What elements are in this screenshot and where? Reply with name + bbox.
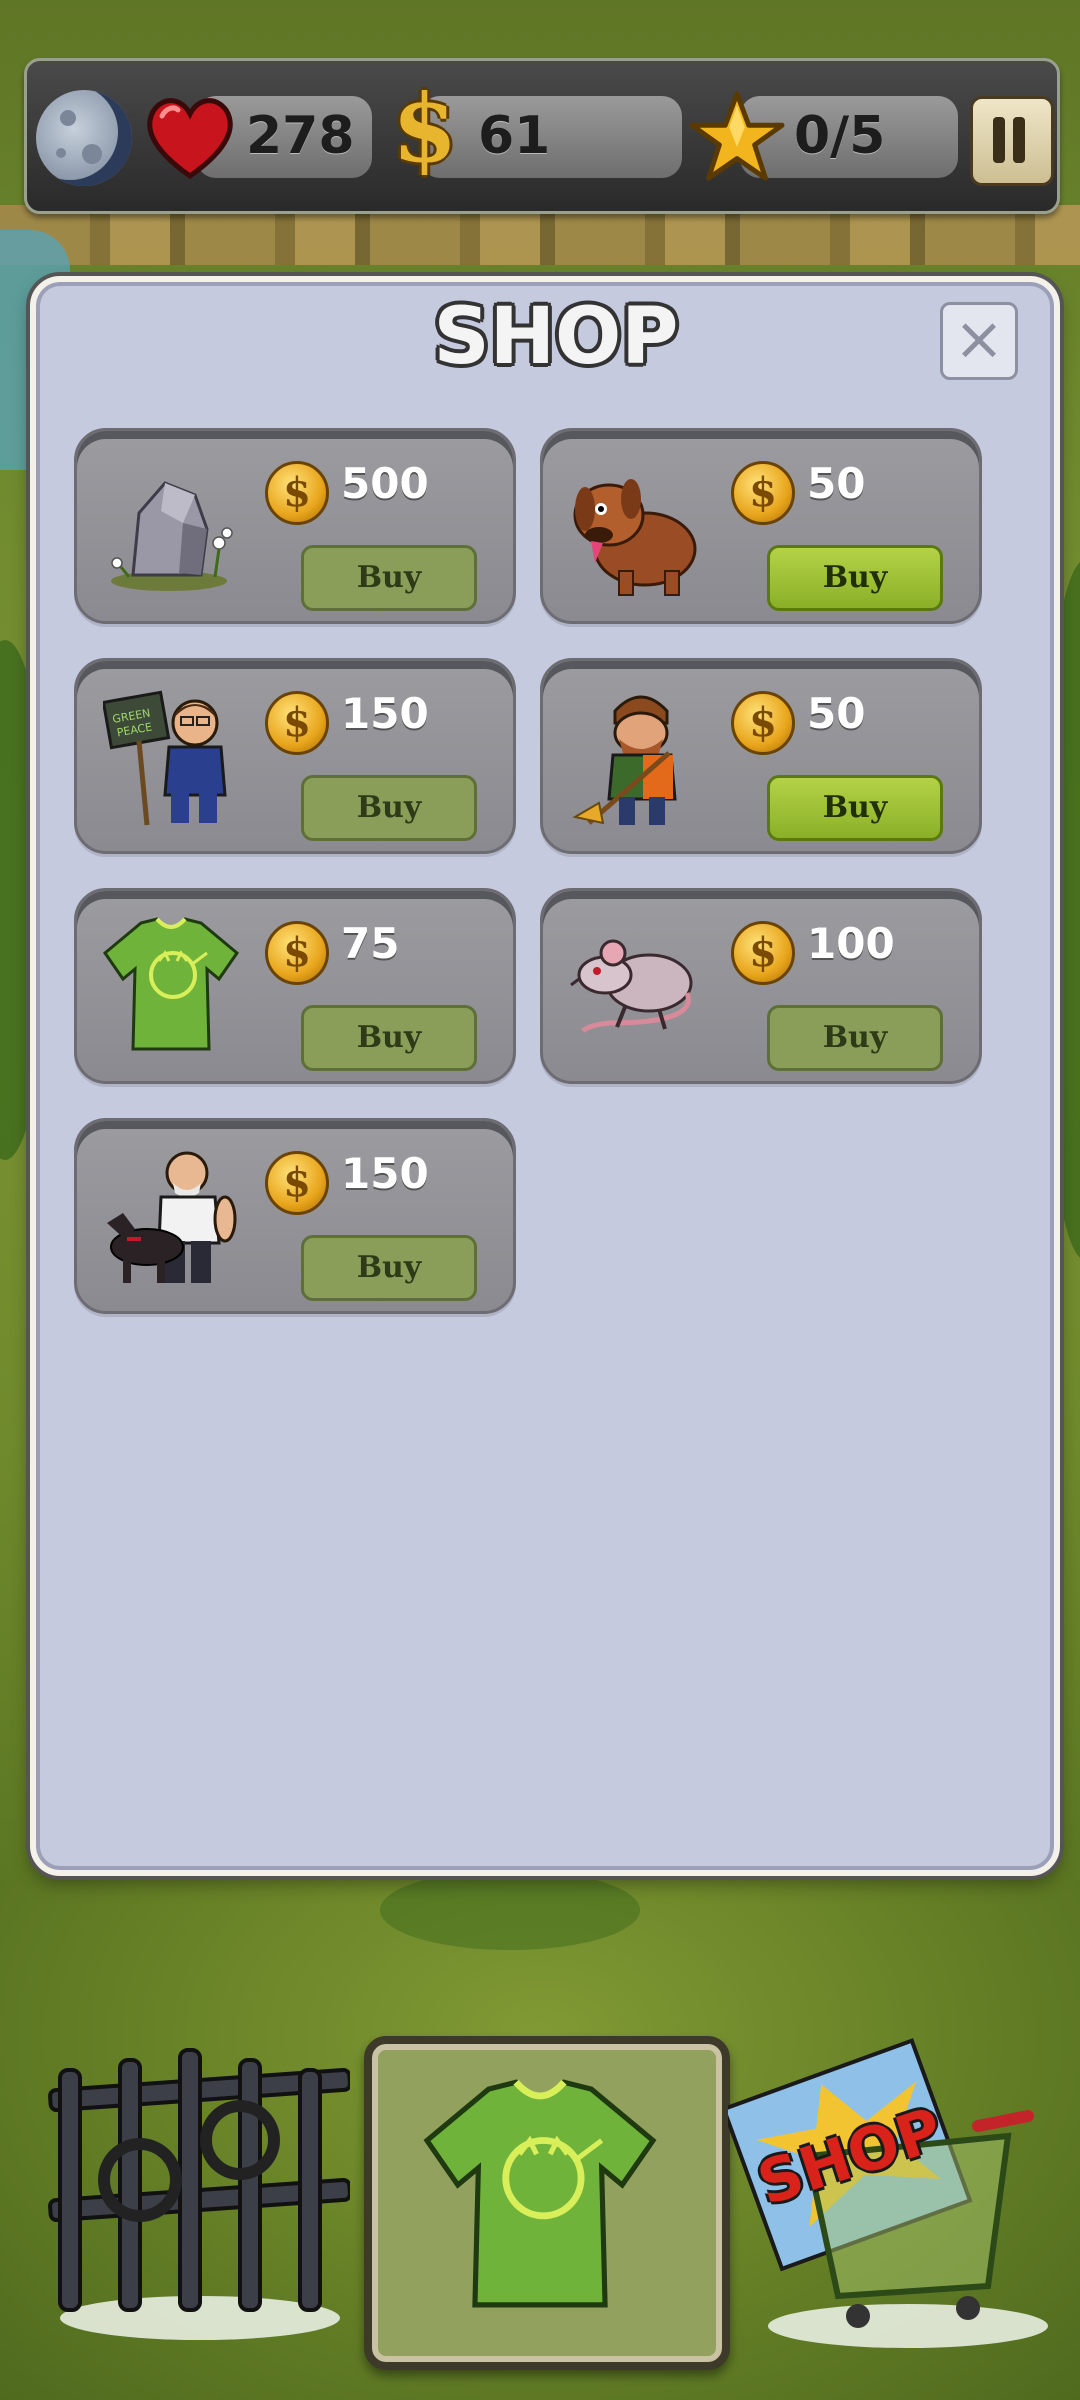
item-price: 150 — [341, 1149, 429, 1198]
shop-item-card: $ 50 Buy — [540, 428, 982, 624]
item-price: 50 — [807, 689, 866, 738]
rat-item-image — [570, 939, 693, 1033]
shop-title: SHOP — [433, 292, 679, 382]
coin-icon: $ — [731, 921, 795, 985]
close-icon: × — [953, 304, 1005, 374]
pause-button[interactable] — [970, 96, 1054, 186]
locked-gate-icon[interactable] — [30, 2030, 350, 2350]
bald-man-item-image — [107, 1151, 237, 1283]
buy-button[interactable]: Buy — [767, 545, 943, 611]
buy-button[interactable]: Buy — [767, 775, 943, 841]
item-price: 50 — [807, 459, 866, 508]
coin-icon: $ — [731, 461, 795, 525]
green-t-shirt-icon — [423, 2079, 657, 2308]
coin-icon: $ — [265, 691, 329, 755]
shop-item-card: $ 50 Buy — [540, 658, 982, 854]
stars-value: 0/5 — [794, 106, 886, 166]
buy-button[interactable]: Buy — [767, 1005, 943, 1071]
activist-item-image: GREEN PEACE — [103, 690, 227, 826]
background-bush — [380, 1870, 640, 1950]
coin-icon: $ — [731, 691, 795, 755]
shop-item-card: $ 75 Buy — [74, 888, 516, 1084]
item-price: 500 — [341, 459, 429, 508]
stone-item-image — [111, 481, 233, 591]
dog-item-image — [573, 479, 697, 596]
shop-item-card: $ 100 Buy — [540, 888, 982, 1084]
star-icon — [689, 91, 785, 181]
heart-icon — [147, 98, 233, 180]
buy-button[interactable]: Buy — [301, 1235, 477, 1301]
shop-cart-button[interactable]: SHOP — [728, 2036, 1058, 2356]
buy-button[interactable]: Buy — [301, 545, 477, 611]
moon-icon — [36, 90, 132, 186]
coin-icon: $ — [265, 921, 329, 985]
dollar-icon: $ — [392, 74, 458, 184]
coin-icon: $ — [265, 1151, 329, 1215]
item-price: 75 — [341, 919, 400, 968]
item-price: 150 — [341, 689, 429, 738]
shop-item-card: GREEN PEACE $ 150 Buy — [74, 658, 516, 854]
janitor-item-image — [572, 695, 677, 825]
equipped-item-slot[interactable] — [364, 2036, 730, 2370]
close-button[interactable]: × — [940, 302, 1018, 380]
money-pill — [420, 96, 682, 178]
item-price: 100 — [807, 919, 895, 968]
money-value: 61 — [478, 106, 551, 166]
background-rocks — [0, 205, 1080, 265]
t-shirt-item-image — [103, 917, 239, 1051]
shop-item-card: $ 500 Buy — [74, 428, 516, 624]
health-value: 278 — [246, 106, 355, 166]
coin-icon: $ — [265, 461, 329, 525]
buy-button[interactable]: Buy — [301, 1005, 477, 1071]
shop-item-card: $ 150 Buy — [74, 1118, 516, 1314]
buy-button[interactable]: Buy — [301, 775, 477, 841]
